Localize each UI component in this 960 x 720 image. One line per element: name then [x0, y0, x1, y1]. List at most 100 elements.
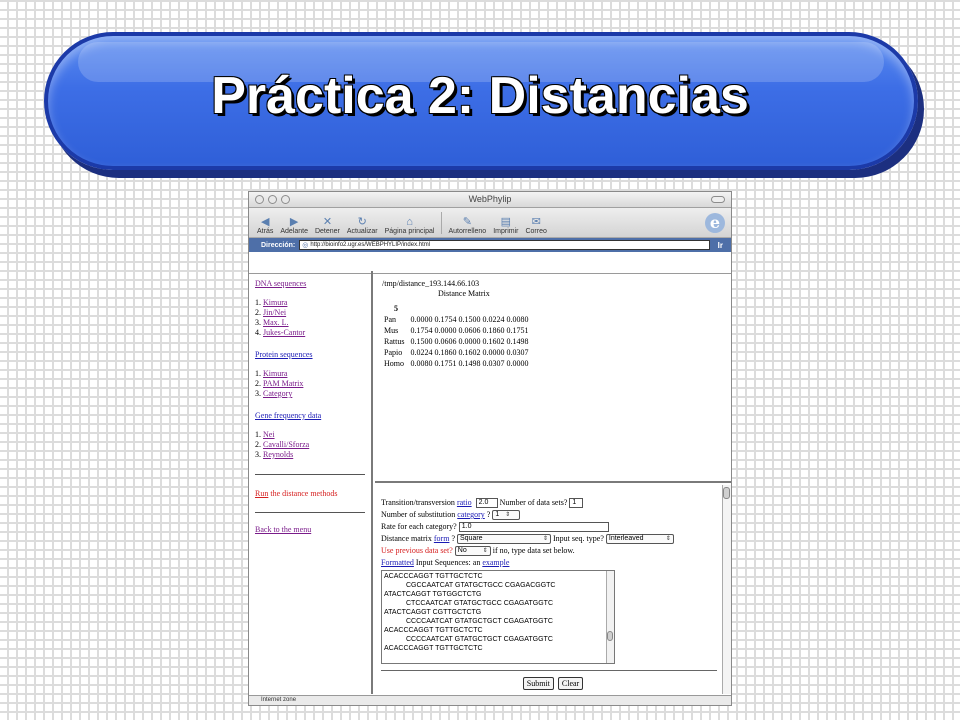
seq-type-label: Input seq. type? [553, 534, 604, 543]
previous-data-row: Use previous data set? No ⇕ if no, type d… [381, 545, 725, 557]
substitution-label: Number of substitution [381, 510, 456, 519]
go-button[interactable]: Ir [714, 241, 727, 250]
rate-input[interactable]: 1.0 [458, 522, 609, 532]
browser-logo-icon: e [705, 213, 725, 233]
toolbar-toggle-icon[interactable] [711, 196, 725, 203]
toolbar-button-forward-arrow[interactable]: ▶ Adelante [280, 216, 308, 237]
item-number: 3. [255, 389, 261, 398]
form-link[interactable]: form [434, 533, 450, 545]
toolbar-label: Página principal [384, 228, 435, 235]
list-item: 1. Kimura [255, 369, 365, 379]
ratio-input[interactable]: 2.0 [475, 498, 498, 508]
toolbar-button-stop[interactable]: ✕ Detener [315, 216, 340, 237]
clear-button[interactable]: Clear [557, 677, 584, 690]
substitution-q: ? [486, 510, 491, 519]
item-number: 2. [255, 379, 261, 388]
item-number: 1. [255, 298, 261, 307]
form-buttons: Submit Clear [381, 677, 725, 690]
list-item: 3. Reynolds [255, 450, 365, 460]
toolbar-button-print[interactable]: ▤ Imprimir [493, 216, 518, 237]
protein-sequences-link[interactable]: Protein sequences [255, 350, 313, 359]
toolbar-button-mail[interactable]: ✉ Correo [525, 216, 546, 237]
window-titlebar: WebPhylip [249, 192, 731, 208]
refresh-icon: ↻ [357, 216, 367, 228]
submit-button[interactable]: Submit [522, 677, 554, 690]
address-label: Dirección: [261, 241, 296, 249]
table-row: Mus 0.1754 0.0000 0.0606 0.1860 0.1751 [382, 326, 532, 337]
method-link[interactable]: Jukes-Cantor [263, 328, 305, 337]
url-input[interactable]: ◎ http://bioinfo2.ugr.es/WEBPHYLIP/index… [299, 240, 710, 250]
previous-data-select[interactable]: No ⇕ [454, 546, 491, 556]
back-to-menu-link[interactable]: Back to the menu [255, 525, 311, 534]
taxon-name: Papio [384, 348, 403, 357]
item-number: 1. [255, 430, 261, 439]
scroll-thumb[interactable] [723, 487, 730, 499]
item-number: 2. [255, 440, 261, 449]
ratio-link[interactable]: ratio [457, 497, 472, 509]
toolbar-label: Correo [525, 228, 547, 235]
taxon-name: Mus [384, 326, 399, 335]
frame-scrollbar[interactable] [722, 485, 731, 694]
sequence-line: CTCCAATCAT GTATGCTGCC CGAGATGGTC [406, 600, 553, 607]
divider [255, 474, 365, 475]
list-item: 2. PAM Matrix [255, 379, 365, 389]
divider [381, 670, 717, 671]
method-link[interactable]: Category [263, 389, 292, 398]
rate-row: Rate for each category? 1.0 [381, 521, 725, 533]
method-link[interactable]: Max. L. [263, 318, 289, 327]
window-title: WebPhylip [468, 194, 512, 204]
toolbar-button-refresh[interactable]: ↻ Actualizar [347, 216, 378, 237]
list-item: 1. Nei [255, 430, 365, 440]
substitution-select[interactable]: 1 ⇕ [492, 510, 521, 520]
formatted-text: Input Sequences: an [415, 558, 481, 567]
example-link[interactable]: example [482, 557, 509, 569]
sequences-textarea[interactable]: ACACCCAGGT TGTTGCTCTC CGCCAATCAT GTATGCTG… [381, 570, 615, 664]
textarea-scrollbar[interactable] [606, 571, 614, 663]
status-bar: Internet zone [249, 695, 731, 705]
toolbar-button-back-arrow[interactable]: ◀ Atrás [257, 216, 273, 237]
ratio-row: Transition/transversion ratio 2.0 Number… [381, 497, 725, 509]
table-row: Homo 0.0080 0.1751 0.1498 0.0307 0.0000 [382, 359, 532, 370]
list-item: 2. Cavalli/Sforza [255, 440, 365, 450]
method-link[interactable]: Reynolds [263, 450, 293, 459]
method-link[interactable]: Jin/Nei [263, 308, 286, 317]
category-link[interactable]: category [457, 509, 485, 521]
dna-sequences-link[interactable]: DNA sequences [255, 279, 306, 288]
gene-frequency-link[interactable]: Gene frequency data [255, 411, 321, 420]
list-item: 3. Max. L. [255, 318, 365, 328]
distance-values: 0.0000 0.1754 0.1500 0.0224 0.0080 [410, 315, 529, 324]
toolbar-label: Actualizar [346, 228, 378, 235]
formatted-link[interactable]: Formatted [381, 557, 414, 569]
method-link[interactable]: Cavalli/Sforza [263, 440, 309, 449]
matrix-form-select[interactable]: Square ⇕ [457, 534, 551, 544]
substitution-value: 1 [495, 511, 500, 518]
table-row: Pan 0.0000 0.1754 0.1500 0.0224 0.0080 [382, 315, 532, 326]
taxon-name: Homo [384, 359, 404, 368]
method-link[interactable]: PAM Matrix [263, 379, 303, 388]
gene-methods-list: 1. Nei 2. Cavalli/Sforza 3. Reynolds [255, 430, 365, 460]
output-frame: /tmp/distance_193.144.66.103 Distance Ma… [375, 271, 731, 483]
toolbar-separator [441, 212, 443, 234]
sequence-line: ATACTCAGGT TGTGGCTCTG [384, 591, 482, 598]
run-link[interactable]: Run [255, 489, 268, 498]
previous-data-label: Use previous data set? [381, 546, 453, 555]
matrix-heading: Distance Matrix [438, 289, 490, 298]
method-link[interactable]: Nei [263, 430, 275, 439]
substitution-row: Number of substitution category? 1 ⇕ [381, 509, 725, 521]
taxon-name: Rattus [384, 337, 405, 346]
seq-type-select[interactable]: Interleaved ⇕ [605, 534, 674, 544]
sequence-line: CGCCAATCAT GTATGCTGCC CGAGACGGTC [406, 582, 556, 589]
method-link[interactable]: Kimura [263, 369, 287, 378]
output-path: /tmp/distance_193.144.66.103 [382, 279, 480, 288]
method-link[interactable]: Kimura [263, 298, 287, 307]
datasets-input[interactable]: 1 [569, 498, 584, 508]
forward-arrow-icon: ▶ [289, 216, 299, 228]
toolbar-button-autofill[interactable]: ✎ Autorrelleno [448, 216, 486, 237]
toolbar-button-home[interactable]: ⌂ Página principal [385, 216, 435, 237]
previous-data-value: No [457, 547, 467, 554]
matrix-form-q: ? [451, 534, 455, 543]
distance-values: 0.0224 0.1860 0.1602 0.0000 0.0307 [410, 348, 529, 357]
scroll-thumb[interactable] [607, 631, 613, 641]
item-number: 3. [255, 318, 261, 327]
divider [255, 512, 365, 513]
